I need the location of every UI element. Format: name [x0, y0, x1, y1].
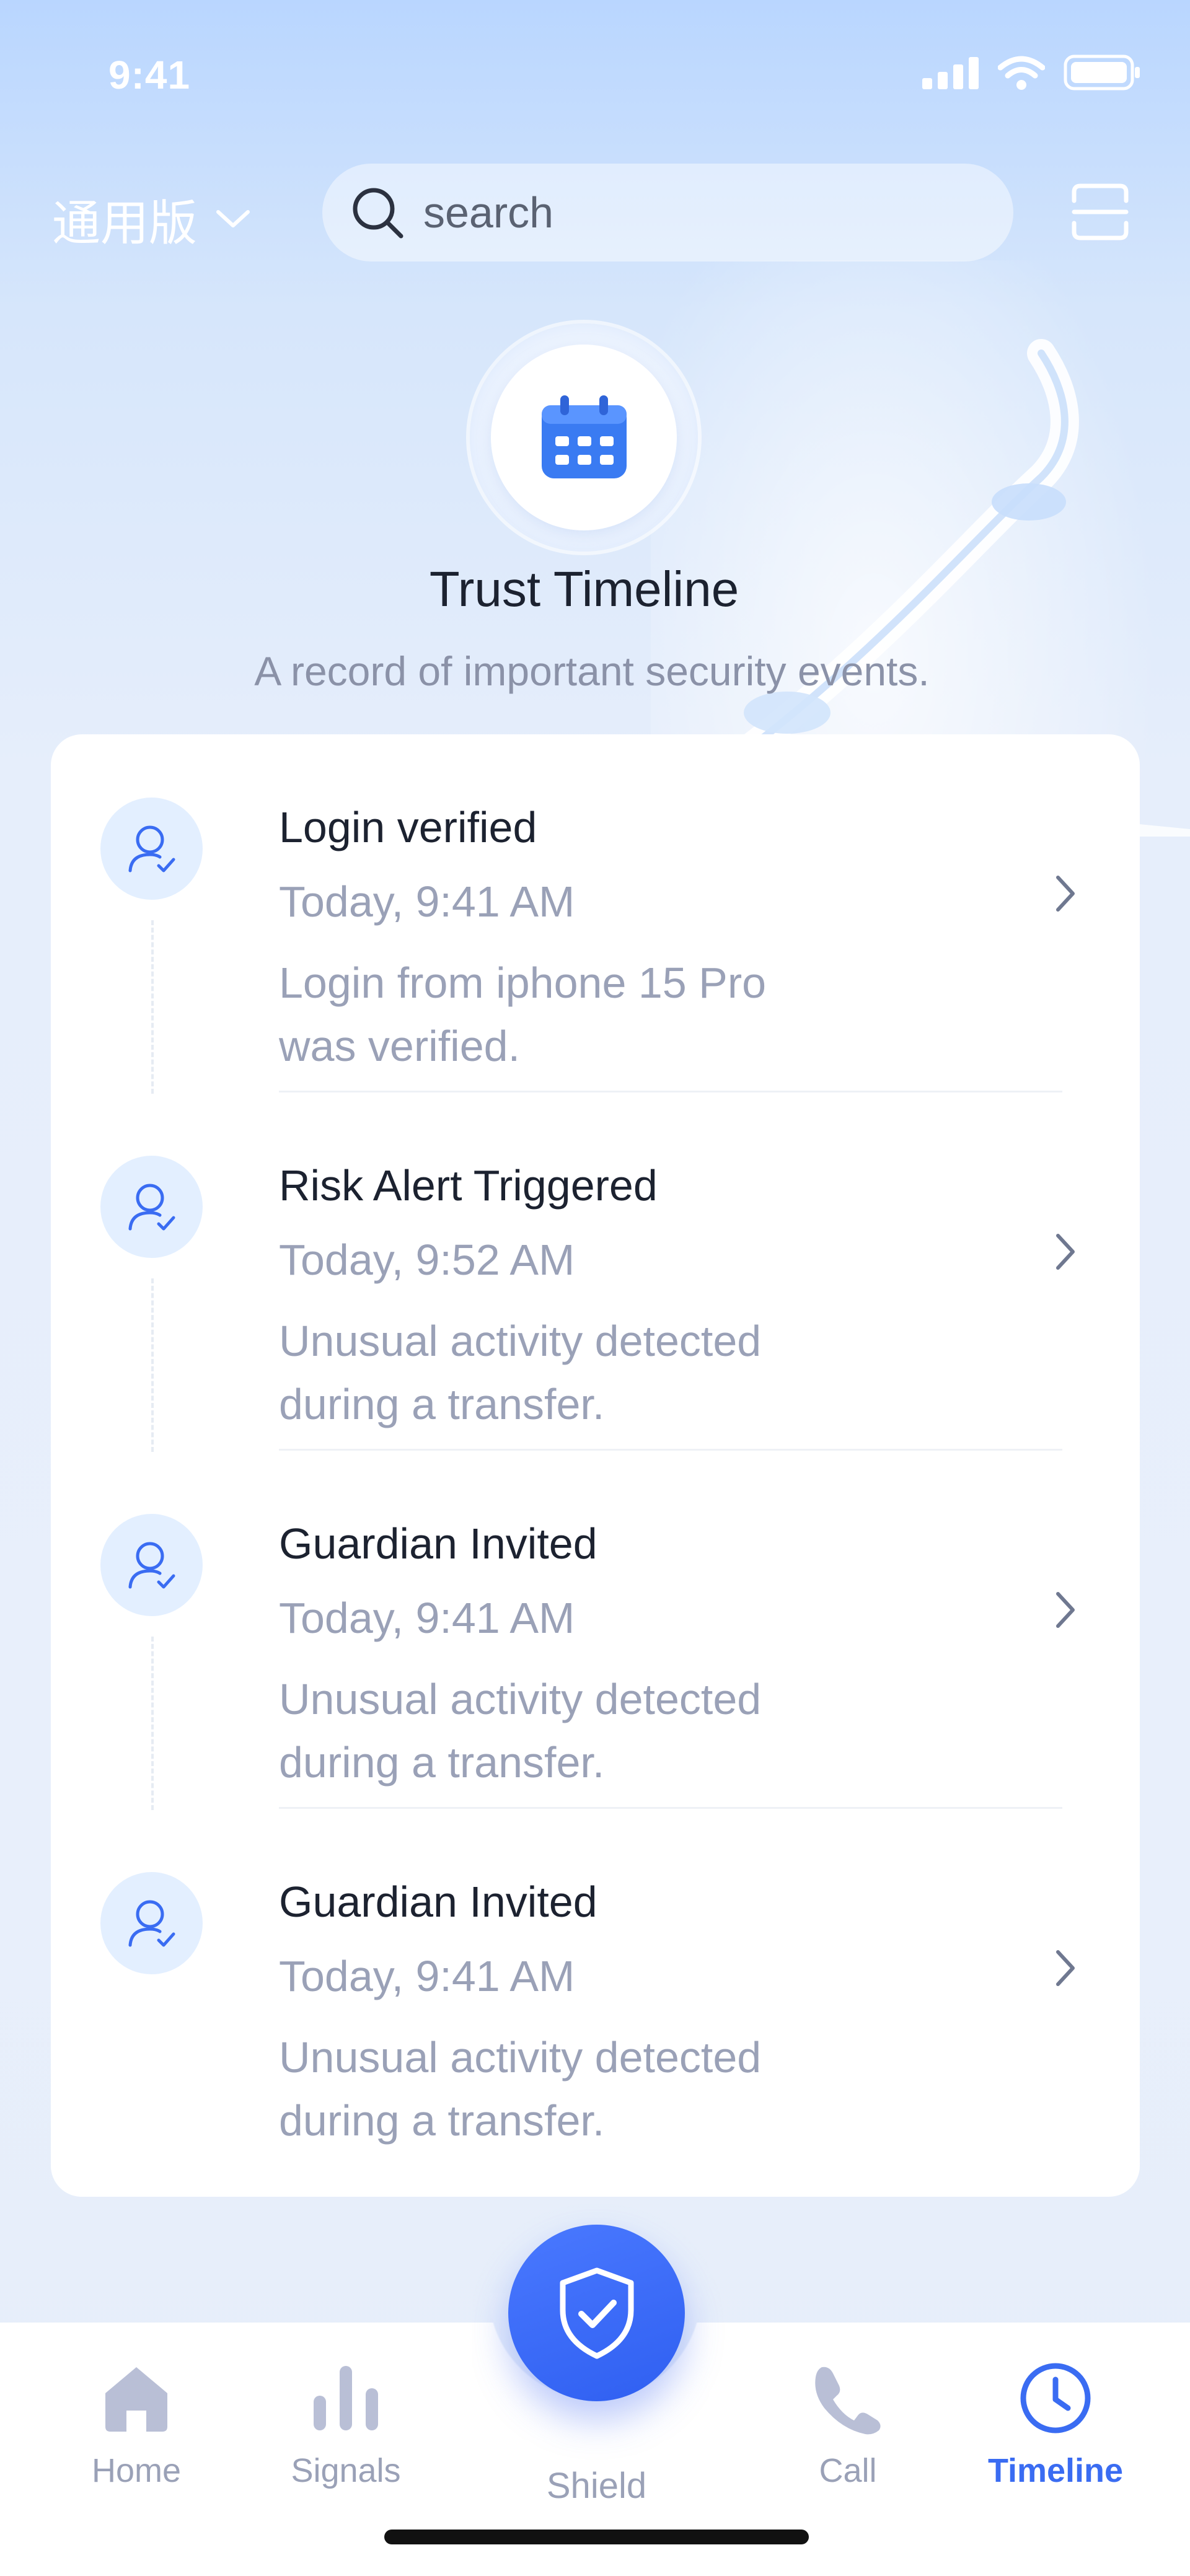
tab-label: Timeline: [987, 2452, 1124, 2489]
event-description-line: during a transfer.: [279, 1380, 605, 1428]
tab-label: Home: [91, 2452, 182, 2489]
event-description: Unusual activity detected during a trans…: [279, 2026, 837, 2152]
wifi-icon: [998, 56, 1045, 90]
event-time: Today, 9:52 AM: [279, 1236, 575, 1284]
chevron-right-icon: [1056, 1592, 1075, 1628]
shield-check-icon: [560, 2267, 633, 2358]
version-selector[interactable]: 通用版: [52, 185, 250, 254]
tab-home[interactable]: Home: [56, 2361, 217, 2490]
search-bar[interactable]: [322, 164, 1013, 262]
event-description-line: Unusual activity detected: [279, 1675, 762, 1723]
event-title: Guardian Invited: [279, 1519, 597, 1568]
version-label: 通用版: [52, 196, 198, 252]
event-time: Today, 9:41 AM: [279, 1952, 575, 2000]
chevron-right-icon: [1056, 876, 1075, 912]
event-avatar: [100, 1156, 203, 1258]
timeline-connector: [151, 920, 154, 1094]
chevron-down-icon: [216, 210, 250, 227]
search-icon: [353, 188, 403, 239]
home-icon: [105, 2367, 167, 2432]
timeline-item[interactable]: Guardian Invited Today, 9:41 AM Unusual …: [51, 1809, 1140, 2167]
home-indicator: [384, 2530, 809, 2544]
cellular-signal-icon: [922, 57, 979, 89]
hero-icon-inner: [491, 345, 677, 530]
event-title: Guardian Invited: [279, 1878, 597, 1926]
timeline-connector: [151, 1278, 154, 1452]
event-description-line: during a transfer.: [279, 1738, 605, 1787]
calendar-icon: [541, 395, 627, 478]
timeline-card: Login verified Today, 9:41 AM Login from…: [51, 734, 1140, 2197]
search-input[interactable]: [423, 188, 919, 237]
event-description-line: was verified.: [279, 1022, 521, 1070]
event-description-line: Unusual activity detected: [279, 1317, 762, 1365]
tab-label: Call: [819, 2452, 877, 2489]
page-subtitle: A record of important security events.: [254, 648, 930, 694]
event-description-line: Login from iphone 15 Pro: [279, 959, 767, 1007]
signal-bars-icon: [314, 2366, 378, 2430]
event-description: Unusual activity detected during a trans…: [279, 1309, 837, 1436]
tab-label-shield[interactable]: Shield: [508, 2465, 685, 2507]
clock-icon: [1020, 2363, 1091, 2433]
status-icons: [922, 55, 1140, 90]
page-title: Trust Timeline: [429, 561, 739, 617]
tab-label: Signals: [291, 2452, 401, 2489]
event-time: Today, 9:41 AM: [279, 877, 575, 926]
hero-icon-badge: [470, 323, 698, 552]
event-title: Login verified: [279, 803, 537, 851]
battery-icon: [1064, 55, 1140, 90]
status-bar: 9:41: [0, 0, 1190, 143]
phone-icon: [815, 2367, 881, 2435]
event-avatar: [100, 1514, 203, 1616]
event-description: Unusual activity detected during a trans…: [279, 1668, 837, 1794]
event-avatar: [100, 1872, 203, 1974]
event-description-line: Unusual activity detected: [279, 2033, 762, 2081]
user-check-icon: [128, 825, 175, 872]
user-check-icon: [128, 1900, 175, 1946]
timeline-item[interactable]: Guardian Invited Today, 9:41 AM Unusual …: [51, 1451, 1140, 1810]
tab-signals[interactable]: Signals: [265, 2361, 426, 2490]
shield-button[interactable]: [508, 2225, 685, 2401]
status-time: 9:41: [108, 53, 191, 97]
user-check-icon: [128, 1542, 175, 1588]
tab-call[interactable]: Call: [767, 2361, 928, 2490]
user-check-icon: [128, 1184, 175, 1230]
tab-timeline[interactable]: Timeline: [975, 2361, 1136, 2490]
event-avatar: [100, 798, 203, 900]
top-header: 通用版: [0, 161, 1190, 263]
timeline-item[interactable]: Login verified Today, 9:41 AM Login from…: [51, 734, 1140, 1094]
scan-icon[interactable]: [1069, 181, 1131, 243]
event-description: Login from iphone 15 Pro was verified.: [279, 951, 837, 1078]
chevron-right-icon: [1056, 1234, 1075, 1270]
event-time: Today, 9:41 AM: [279, 1594, 575, 1642]
timeline-item[interactable]: Risk Alert Triggered Today, 9:52 AM Unus…: [51, 1092, 1140, 1452]
event-description-line: during a transfer.: [279, 2096, 605, 2145]
app-screen: 9:41 通用版 search Trust Timeline A record …: [0, 0, 1190, 2576]
timeline-connector: [151, 1637, 154, 1810]
event-title: Risk Alert Triggered: [279, 1161, 658, 1210]
chevron-right-icon: [1056, 1950, 1075, 1986]
